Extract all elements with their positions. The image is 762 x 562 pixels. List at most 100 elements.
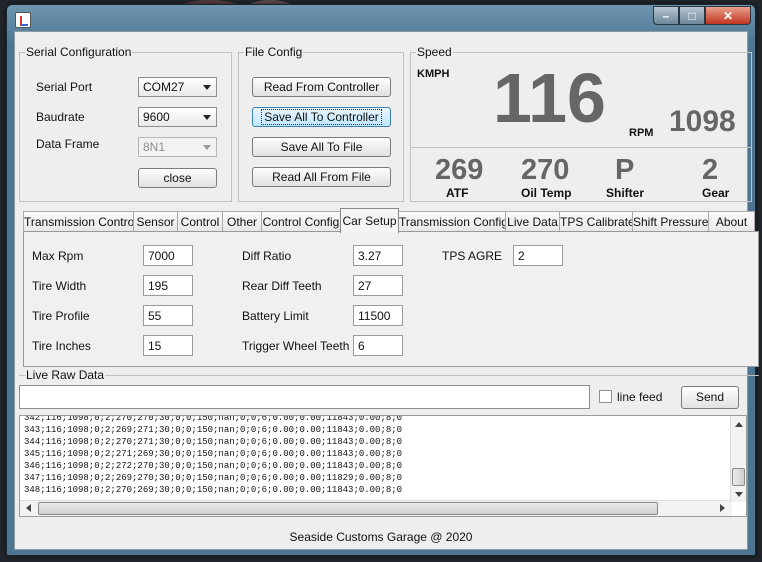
speed-group: Speed KMPH 116 RPM 1098 269 ATF 270 Oil … xyxy=(410,45,752,202)
tire-inches-field[interactable]: 15 xyxy=(143,335,193,356)
line-feed-label: line feed xyxy=(617,390,663,404)
vertical-scrollbar[interactable] xyxy=(730,416,746,502)
tab-car-setup[interactable]: Car Setup xyxy=(340,208,399,233)
tab-tps-calibrate[interactable]: TPS Calibrate xyxy=(559,211,635,232)
tps-agre-label: TPS AGRE xyxy=(442,249,503,263)
log-line: 342;116;1098;0;2;270;270;30;0;0;150;nan;… xyxy=(24,415,403,423)
send-button[interactable]: Send xyxy=(681,386,739,409)
file-config-group: File Config Read From Controller Save Al… xyxy=(238,45,404,202)
trigger-wheel-teeth-label: Trigger Wheel Teeth xyxy=(242,339,350,353)
atf-value: 269 xyxy=(435,154,484,186)
battery-limit-label: Battery Limit xyxy=(242,309,309,323)
maximize-icon: □ xyxy=(688,8,696,23)
read-from-controller-button[interactable]: Read From Controller xyxy=(252,77,391,97)
gear-label: Gear xyxy=(702,186,730,200)
line-feed-checkbox[interactable] xyxy=(599,390,612,403)
file-config-title: File Config xyxy=(244,45,304,59)
main-content: Serial Configuration Serial Port COM27 B… xyxy=(14,31,759,550)
tab-sensor[interactable]: Sensor xyxy=(133,211,178,232)
log-line: 347;116;1098;0;2;269;270;30;0;0;150;nan;… xyxy=(24,473,403,483)
send-label: Send xyxy=(695,390,725,404)
tire-profile-field[interactable]: 55 xyxy=(143,305,193,326)
data-frame-value: 8N1 xyxy=(143,140,166,154)
baudrate-select[interactable]: 9600 xyxy=(138,107,217,127)
speed-divider xyxy=(411,147,751,148)
tab-live-data[interactable]: Live Data xyxy=(505,211,560,232)
max-rpm-field[interactable]: 7000 xyxy=(143,245,193,266)
oil-temp-label: Oil Temp xyxy=(521,186,572,200)
tab-transmission-config[interactable]: Transmission Config xyxy=(398,211,508,232)
tab-about[interactable]: About xyxy=(708,211,755,232)
horizontal-scrollbar[interactable] xyxy=(20,500,732,516)
footer-credit: Seaside Customs Garage @ 2020 xyxy=(289,530,473,544)
close-port-label: close xyxy=(163,171,192,185)
serial-configuration-group: Serial Configuration Serial Port COM27 B… xyxy=(19,45,232,202)
command-input[interactable] xyxy=(19,385,590,409)
rear-diff-teeth-field[interactable]: 27 xyxy=(353,275,403,296)
gear-value: 2 xyxy=(702,154,719,186)
tire-width-label: Tire Width xyxy=(32,279,87,293)
live-raw-data-title: Live Raw Data xyxy=(25,368,106,382)
log-line: 345;116;1098;0;2;271;269;30;0;0;150;nan;… xyxy=(24,449,403,459)
vertical-scroll-thumb[interactable] xyxy=(732,468,745,486)
horizontal-scroll-thumb[interactable] xyxy=(38,502,658,515)
chevron-down-icon xyxy=(203,145,211,150)
scroll-right-icon[interactable] xyxy=(720,504,725,512)
serial-port-value: COM27 xyxy=(143,80,185,94)
tab-shift-pressure[interactable]: Shift Pressure xyxy=(632,211,709,232)
save-all-to-controller-label: Save All To Controller xyxy=(261,109,382,125)
car-setup-panel: Max Rpm 7000 Tire Width 195 Tire Profile… xyxy=(23,231,759,367)
minimize-button[interactable]: – xyxy=(653,6,679,25)
log-line: 343;116;1098;0;2;269;271;30;0;0;150;nan;… xyxy=(24,425,403,435)
window-controls: – □ ✕ xyxy=(653,6,751,25)
trigger-wheel-teeth-field[interactable]: 6 xyxy=(353,335,403,356)
tps-agre-field[interactable]: 2 xyxy=(513,245,563,266)
scroll-up-icon[interactable] xyxy=(735,422,743,427)
speed-value: 116 xyxy=(493,59,606,137)
read-all-from-file-label: Read All From File xyxy=(272,170,371,184)
close-icon: ✕ xyxy=(722,8,734,23)
read-from-controller-label: Read From Controller xyxy=(263,80,380,94)
tab-control-config[interactable]: Control Config xyxy=(261,211,341,232)
tab-transmission-control[interactable]: Transmission Control xyxy=(23,211,137,232)
log-line: 344;116;1098;0;2;270;271;30;0;0;150;nan;… xyxy=(24,437,403,447)
serial-port-select[interactable]: COM27 xyxy=(138,77,217,97)
atf-label: ATF xyxy=(446,186,469,200)
diff-ratio-field[interactable]: 3.27 xyxy=(353,245,403,266)
baudrate-value: 9600 xyxy=(143,110,170,124)
tire-inches-label: Tire Inches xyxy=(32,339,91,353)
close-port-button[interactable]: close xyxy=(138,168,217,188)
scroll-left-icon[interactable] xyxy=(26,504,31,512)
battery-limit-field[interactable]: 11500 xyxy=(353,305,403,326)
save-all-to-file-button[interactable]: Save All To File xyxy=(252,137,391,157)
max-rpm-label: Max Rpm xyxy=(32,249,84,263)
oil-temp-value: 270 xyxy=(521,154,570,186)
data-frame-label: Data Frame xyxy=(36,137,100,151)
close-window-button[interactable]: ✕ xyxy=(705,6,751,25)
rpm-label: RPM xyxy=(629,127,654,139)
chevron-down-icon xyxy=(203,85,211,90)
raw-data-log[interactable]: 342;116;1098;0;2;270;270;30;0;0;150;nan;… xyxy=(19,415,747,517)
log-line: 348;116;1098;0;2;270;269;30;0;0;150;nan;… xyxy=(24,485,403,495)
maximize-button[interactable]: □ xyxy=(679,6,705,25)
shifter-value: P xyxy=(615,154,635,186)
speed-title: Speed xyxy=(416,45,453,59)
rear-diff-teeth-label: Rear Diff Teeth xyxy=(242,279,322,293)
save-all-to-controller-button[interactable]: Save All To Controller xyxy=(252,107,391,127)
minimize-icon: – xyxy=(662,8,670,23)
read-all-from-file-button[interactable]: Read All From File xyxy=(252,167,391,187)
tab-other[interactable]: Other xyxy=(222,211,262,232)
java-app-icon[interactable] xyxy=(15,12,31,28)
save-all-to-file-label: Save All To File xyxy=(280,140,363,154)
data-frame-select: 8N1 xyxy=(138,137,217,157)
speed-unit: KMPH xyxy=(417,68,450,80)
scroll-down-icon[interactable] xyxy=(735,492,743,497)
shifter-label: Shifter xyxy=(606,186,645,200)
tire-profile-label: Tire Profile xyxy=(32,309,90,323)
log-line: 346;116;1098;0;2;272;270;30;0;0;150;nan;… xyxy=(24,461,403,471)
serial-port-label: Serial Port xyxy=(36,80,93,94)
app-window: – □ ✕ Serial Configuration Serial Port C… xyxy=(6,4,759,556)
tire-width-field[interactable]: 195 xyxy=(143,275,193,296)
tab-control[interactable]: Control xyxy=(177,211,223,232)
tab-bar: Transmission Control Sensor Control Othe… xyxy=(23,208,755,233)
